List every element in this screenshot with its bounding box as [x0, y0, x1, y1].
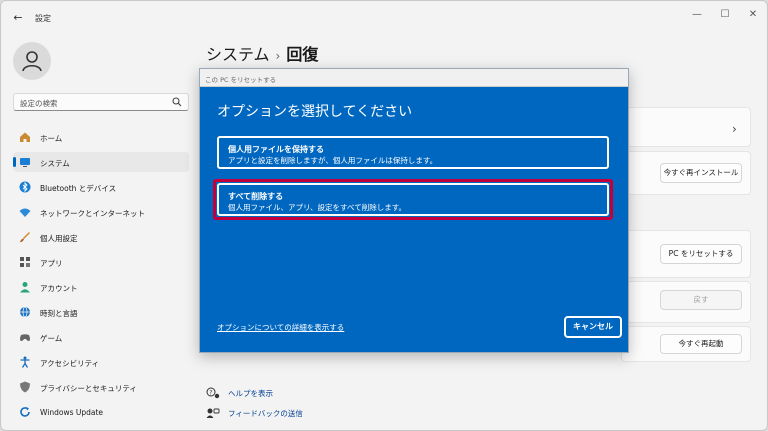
dialog-window-title: この PC をリセットする — [205, 76, 277, 84]
sidebar-item-label: プライバシーとセキュリティ — [40, 384, 137, 393]
sidebar-item-label: ホーム — [40, 134, 63, 143]
shield-icon — [20, 381, 30, 393]
search-input[interactable]: 設定の検索 — [13, 93, 189, 111]
update-icon — [20, 407, 30, 417]
sidebar-item-windows-update[interactable]: Windows Update — [13, 402, 189, 422]
sidebar-item-home[interactable]: ホーム — [13, 127, 189, 147]
globe-clock-icon — [20, 306, 30, 318]
sidebar-item-label: ゲーム — [40, 334, 63, 343]
dialog-title-bar: この PC をリセットする — [200, 69, 628, 87]
search-placeholder: 設定の検索 — [20, 99, 58, 108]
page-title: 回復 — [286, 45, 319, 64]
chevron-right-icon: › — [275, 49, 281, 63]
option-title: すべて削除する — [228, 192, 284, 201]
sidebar-item-label: ネットワークとインターネット — [40, 209, 145, 218]
sidebar-item-privacy[interactable]: プライバシーとセキュリティ — [13, 377, 189, 397]
keep-files-option[interactable]: 個人用ファイルを保持する アプリと設定を削除しますが、個人用ファイルは保持します… — [217, 136, 609, 169]
home-icon — [20, 132, 30, 142]
more-info-link[interactable]: オプションについての詳細を表示する — [217, 322, 344, 333]
minimize-icon[interactable]: — — [683, 7, 711, 23]
reset-pc-button[interactable]: PC をリセットする — [660, 244, 742, 264]
brush-icon — [20, 232, 30, 243]
restart-now-button[interactable]: 今すぐ再起動 — [660, 334, 742, 354]
sidebar-item-label: Bluetooth とデバイス — [40, 184, 117, 193]
sidebar-item-label: 個人用設定 — [40, 234, 78, 243]
option-description: アプリと設定を削除しますが、個人用ファイルは保持します。 — [228, 156, 438, 165]
reset-pc-dialog: この PC をリセットする オプションを選択してください 個人用ファイルを保持す… — [199, 68, 629, 353]
bluetooth-icon — [19, 181, 31, 193]
cancel-button[interactable]: キャンセル — [564, 316, 622, 338]
app-title: 設定 — [35, 14, 51, 23]
title-bar: ← 設定 — ☐ ✕ — [1, 1, 767, 35]
sidebar-item-personalization[interactable]: 個人用設定 — [13, 227, 189, 247]
accessibility-icon — [20, 356, 30, 368]
card-reinstall: 今すぐ再インストール — [621, 151, 751, 195]
close-icon[interactable]: ✕ — [739, 7, 767, 23]
breadcrumb: システム › 回復 — [206, 41, 318, 65]
avatar[interactable] — [13, 42, 51, 80]
sidebar-item-network[interactable]: ネットワークとインターネット — [13, 202, 189, 222]
card-reset-pc: PC をリセットする — [621, 230, 751, 278]
feedback-link-label[interactable]: フィードバックの送信 — [228, 408, 303, 419]
wifi-icon — [19, 208, 31, 217]
help-icon: ? — [206, 387, 220, 399]
sidebar-item-label: アクセシビリティ — [40, 359, 100, 368]
maximize-icon[interactable]: ☐ — [711, 7, 739, 23]
apps-icon — [20, 257, 30, 267]
sidebar-item-system[interactable]: システム — [13, 152, 189, 172]
dialog-heading: オプションを選択してください — [217, 104, 413, 120]
sidebar-item-label: アプリ — [40, 259, 63, 268]
reinstall-now-button[interactable]: 今すぐ再インストール — [660, 163, 742, 183]
option-description: 個人用ファイル、アプリ、設定をすべて削除します。 — [228, 203, 406, 212]
feedback-icon — [206, 408, 220, 418]
sidebar-item-label: アカウント — [40, 284, 78, 293]
card-advanced-startup: 今すぐ再起動 — [621, 326, 751, 362]
go-back-button[interactable]: 戻す — [660, 290, 742, 310]
chevron-right-icon: › — [732, 122, 737, 136]
sidebar-item-label: Windows Update — [40, 408, 104, 417]
svg-text:?: ? — [209, 390, 212, 397]
person-icon — [20, 282, 30, 293]
monitor-icon — [20, 158, 30, 167]
user-icon — [22, 51, 42, 72]
sidebar-item-label: 時刻と言語 — [40, 309, 78, 318]
remove-everything-option[interactable]: すべて削除する 個人用ファイル、アプリ、設定をすべて削除します。 — [217, 183, 609, 216]
card-go-back: 戻す — [621, 281, 751, 323]
sidebar-item-label: システム — [40, 159, 70, 168]
breadcrumb-parent[interactable]: システム — [206, 45, 270, 64]
gamepad-icon — [20, 334, 30, 341]
sidebar-item-bluetooth[interactable]: Bluetooth とデバイス — [13, 177, 189, 197]
option-title: 個人用ファイルを保持する — [228, 145, 324, 154]
search-icon — [172, 97, 182, 107]
active-indicator — [13, 157, 16, 167]
sidebar-item-apps[interactable]: アプリ — [13, 252, 189, 272]
sidebar-item-time-language[interactable]: 時刻と言語 — [13, 302, 189, 322]
help-link-label[interactable]: ヘルプを表示 — [228, 388, 273, 399]
sidebar-item-accounts[interactable]: アカウント — [13, 277, 189, 297]
back-arrow-icon[interactable]: ← — [9, 11, 27, 25]
sidebar-item-gaming[interactable]: ゲーム — [13, 327, 189, 347]
sidebar-item-accessibility[interactable]: アクセシビリティ — [13, 352, 189, 372]
